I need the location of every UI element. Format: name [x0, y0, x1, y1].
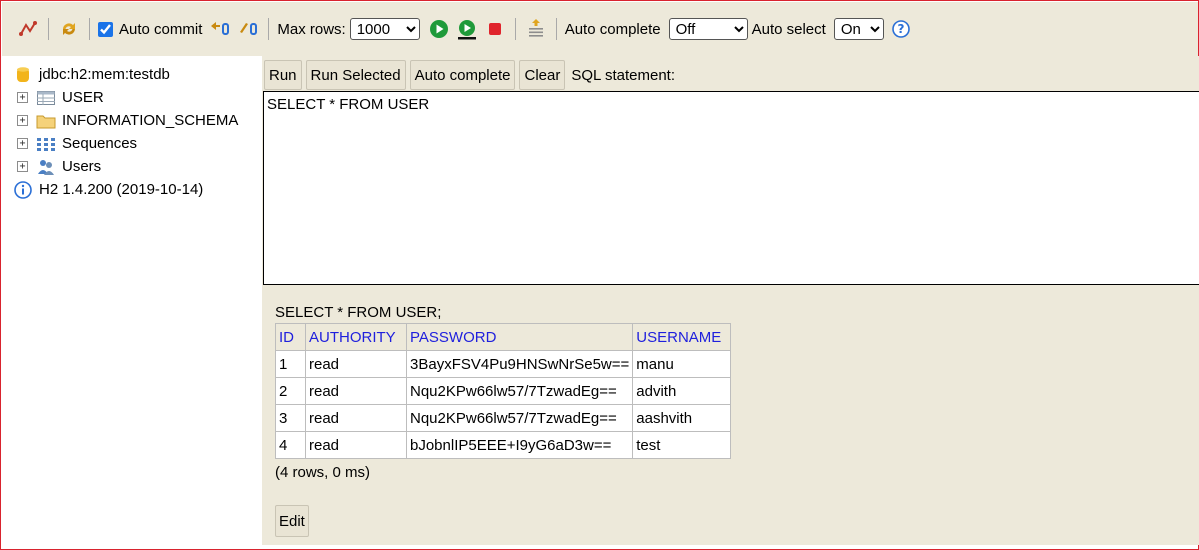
expand-icon[interactable]: + [17, 92, 28, 103]
toolbar-separator [89, 18, 90, 40]
auto-commit-label: Auto commit [119, 20, 203, 38]
auto-select-label: Auto select [751, 20, 826, 38]
table-cell: test [632, 431, 732, 459]
svg-text:?: ? [897, 22, 904, 36]
auto-complete-button[interactable]: Auto complete [409, 60, 516, 90]
expand-icon[interactable]: + [17, 161, 28, 172]
run-selected-button[interactable]: Run Selected [305, 60, 406, 90]
sql-editor[interactable]: SELECT * FROM USER [263, 91, 1199, 285]
tree-version: H2 1.4.200 (2019-10-14) [13, 178, 258, 201]
column-header[interactable]: ID [275, 323, 306, 351]
toolbar-separator [514, 18, 516, 40]
result-query: SELECT * FROM USER; [275, 304, 442, 321]
table-cell: 3 [275, 404, 306, 432]
sequence-icon [36, 135, 56, 153]
auto-select-select[interactable]: On [833, 18, 884, 40]
toolbar: Auto commit Max rows: 1000 Auto complete… [2, 2, 1198, 56]
result-summary: (4 rows, 0 ms) [275, 464, 371, 481]
toolbar-separator [268, 18, 270, 40]
commit-icon[interactable] [237, 18, 259, 40]
table-row: 4 read bJobnlIP5EEE+I9yG6aD3w== test [275, 431, 732, 459]
tree-connection[interactable]: jdbc:h2:mem:testdb [13, 63, 258, 86]
table-row: 2 read Nqu2KPw66lw57/7TzwadEg== advith [275, 377, 732, 405]
edit-button[interactable]: Edit [275, 505, 309, 537]
table-cell: manu [632, 350, 732, 378]
tree-item-label: INFORMATION_SCHEMA [62, 112, 239, 129]
clear-button[interactable]: Clear [519, 60, 566, 90]
connection-label: jdbc:h2:mem:testdb [39, 66, 170, 83]
table-cell: Nqu2KPw66lw57/7TzwadEg== [405, 377, 634, 405]
result-table: ID AUTHORITY PASSWORD USERNAME 1 read 3B… [275, 323, 732, 459]
stop-icon[interactable] [484, 18, 506, 40]
tree-item-information-schema[interactable]: + INFORMATION_SCHEMA [13, 109, 258, 132]
table-cell: 2 [275, 377, 306, 405]
table-cell: 1 [275, 350, 306, 378]
run-icon[interactable] [428, 18, 450, 40]
table-cell: 3BayxFSV4Pu9HNSwNrSe5w== [405, 350, 634, 378]
auto-complete-select[interactable]: Off [668, 18, 748, 40]
tree-item-user[interactable]: + USER [13, 86, 258, 109]
refresh-icon[interactable] [58, 18, 80, 40]
expand-icon[interactable]: + [17, 138, 28, 149]
rollback-icon[interactable] [209, 18, 231, 40]
result-area: SELECT * FROM USER; ID AUTHORITY PASSWOR… [275, 304, 732, 537]
table-icon [36, 89, 56, 107]
table-header-row: ID AUTHORITY PASSWORD USERNAME [275, 323, 732, 351]
table-cell: read [305, 431, 407, 459]
auto-commit-checkbox[interactable] [98, 21, 113, 37]
schema-tree: jdbc:h2:mem:testdb + USER + INFORMATION_… [13, 63, 258, 201]
help-icon[interactable]: ? [890, 18, 912, 40]
expand-icon[interactable]: + [17, 115, 28, 126]
table-cell: advith [632, 377, 732, 405]
table-cell: read [305, 377, 407, 405]
tree-item-label: Users [62, 158, 102, 175]
folder-icon [36, 112, 56, 130]
tree-item-sequences[interactable]: + Sequences [13, 132, 258, 155]
history-icon[interactable] [525, 18, 547, 40]
run-selected-icon[interactable] [456, 18, 478, 40]
info-icon [13, 180, 33, 199]
column-header[interactable]: PASSWORD [405, 323, 634, 351]
database-icon [13, 66, 33, 84]
table-cell: bJobnlIP5EEE+I9yG6aD3w== [405, 431, 634, 459]
table-cell: aashvith [632, 404, 732, 432]
run-button[interactable]: Run [264, 60, 302, 90]
toolbar-separator [48, 18, 49, 40]
table-cell: 4 [275, 431, 306, 459]
tree-item-users[interactable]: + Users [13, 155, 258, 178]
table-row: 3 read Nqu2KPw66lw57/7TzwadEg== aashvith [275, 404, 732, 432]
query-panel: Run Run Selected Auto complete Clear SQL… [262, 56, 1199, 545]
disconnect-icon[interactable] [17, 18, 39, 40]
sql-statement-label: SQL statement: [571, 66, 676, 84]
column-header[interactable]: USERNAME [632, 323, 732, 351]
max-rows-select[interactable]: 1000 [349, 18, 420, 40]
h2-console-window: Auto commit Max rows: 1000 Auto complete… [0, 0, 1199, 550]
table-cell: read [305, 404, 407, 432]
users-icon [36, 158, 56, 176]
auto-complete-label: Auto complete [564, 20, 661, 38]
tree-item-label: Sequences [62, 135, 138, 152]
table-row: 1 read 3BayxFSV4Pu9HNSwNrSe5w== manu [275, 350, 732, 378]
tree-item-label: USER [62, 89, 104, 106]
query-buttons: Run Run Selected Auto complete Clear SQL… [264, 60, 675, 90]
table-cell: read [305, 350, 407, 378]
column-header[interactable]: AUTHORITY [305, 323, 407, 351]
toolbar-separator [555, 18, 557, 40]
max-rows-label: Max rows: [277, 20, 346, 38]
version-label: H2 1.4.200 (2019-10-14) [39, 181, 204, 198]
table-cell: Nqu2KPw66lw57/7TzwadEg== [405, 404, 634, 432]
